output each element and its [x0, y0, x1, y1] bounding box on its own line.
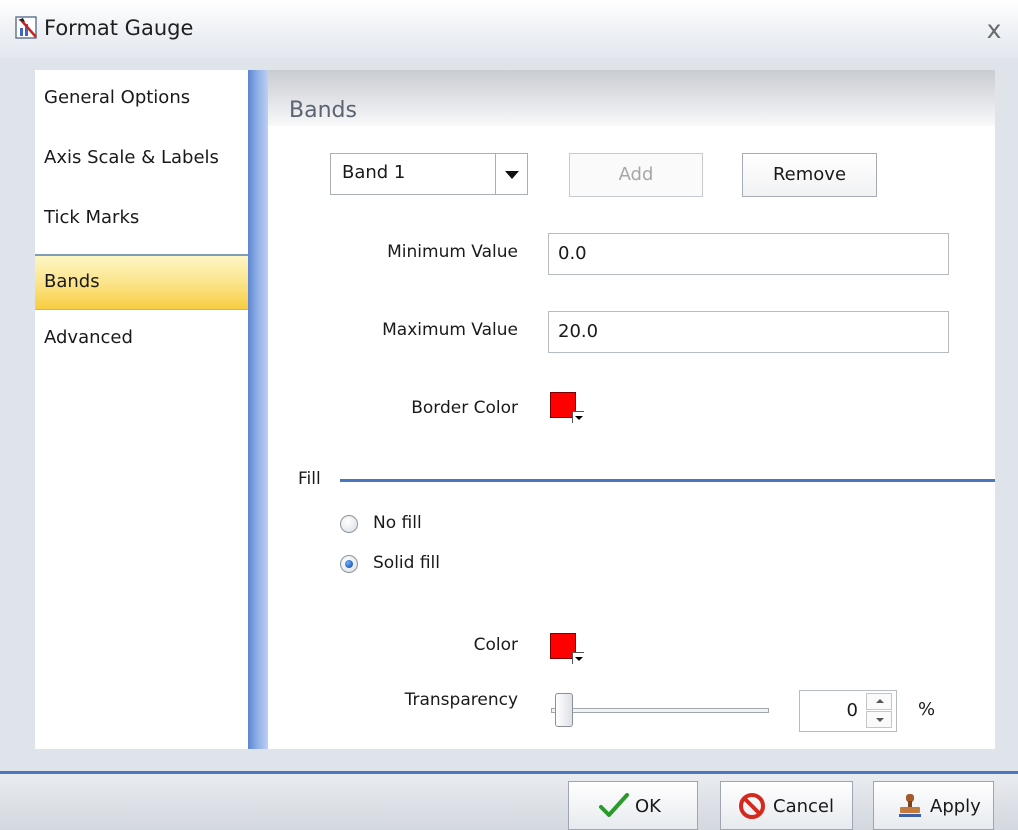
apply-button[interactable]: Apply: [873, 781, 994, 830]
nav-item-tick-marks[interactable]: Tick Marks: [35, 190, 248, 246]
stepper-buttons: [866, 693, 894, 729]
radio-button[interactable]: [340, 515, 358, 533]
transparency-value[interactable]: 0: [800, 700, 858, 721]
fill-color-label: Color: [473, 635, 518, 655]
dialog-title: Format Gauge: [44, 16, 194, 40]
border-color-picker[interactable]: [550, 391, 584, 425]
nav-item-axis-scale-labels[interactable]: Axis Scale & Labels: [35, 130, 248, 186]
close-icon[interactable]: x: [982, 17, 1006, 42]
checkmark-icon: [599, 793, 629, 817]
cancel-label: Cancel: [773, 796, 834, 817]
stamp-icon: [899, 794, 921, 817]
add-band-button[interactable]: Add: [569, 153, 703, 197]
minimum-value-label: Minimum Value: [387, 242, 518, 262]
fill-section-divider: [340, 479, 995, 482]
nav-item-label: Bands: [44, 271, 100, 292]
fill-section-label: Fill: [298, 469, 321, 489]
border-color-label: Border Color: [411, 398, 518, 418]
cancel-button[interactable]: Cancel: [720, 781, 853, 830]
nav-divider-strip: [248, 70, 268, 749]
radio-button[interactable]: [340, 555, 358, 573]
section-header: Bands: [268, 70, 995, 126]
format-gauge-dialog: Format Gauge x General Options Axis Scal…: [0, 0, 1018, 830]
transparency-stepper[interactable]: 0: [799, 690, 897, 732]
chevron-down-icon[interactable]: [866, 711, 892, 728]
nav-item-general-options[interactable]: General Options: [35, 70, 248, 126]
cancel-icon: [739, 793, 765, 819]
format-gauge-icon: [15, 16, 37, 39]
nav-item-label: Tick Marks: [44, 207, 140, 228]
transparency-unit: %: [918, 699, 936, 720]
transparency-slider-track[interactable]: [551, 708, 769, 713]
transparency-label: Transparency: [404, 690, 518, 710]
dialog-footer: [0, 774, 1018, 830]
ok-button[interactable]: OK: [568, 781, 698, 830]
chevron-up-icon[interactable]: [866, 693, 892, 710]
radio-label: No fill: [373, 513, 422, 533]
minimum-value-field[interactable]: 0.0: [548, 233, 949, 275]
remove-band-button[interactable]: Remove: [742, 153, 877, 197]
chevron-down-icon[interactable]: [505, 171, 519, 179]
nav-item-label: General Options: [44, 87, 191, 108]
nav-item-advanced[interactable]: Advanced: [35, 310, 248, 366]
nav-item-bands[interactable]: Bands: [35, 254, 248, 310]
dropdown-arrow-icon: [572, 652, 584, 664]
nav-item-label: Advanced: [44, 327, 133, 348]
band-select-value: Band 1: [342, 162, 406, 183]
band-select[interactable]: Band 1: [330, 153, 528, 195]
band-select-divider: [495, 154, 496, 194]
transparency-slider-thumb[interactable]: [555, 693, 573, 727]
nav-item-label: Axis Scale & Labels: [44, 147, 219, 168]
ok-label: OK: [635, 796, 661, 817]
title-bar: Format Gauge x: [0, 0, 1018, 58]
category-nav: General Options Axis Scale & Labels Tick…: [35, 70, 248, 749]
apply-label: Apply: [930, 796, 981, 817]
radio-label: Solid fill: [373, 553, 440, 573]
fill-color-picker[interactable]: [550, 632, 584, 666]
dropdown-arrow-icon: [572, 411, 584, 423]
maximum-value-label: Maximum Value: [382, 320, 518, 340]
section-title: Bands: [289, 98, 357, 123]
maximum-value-field[interactable]: 20.0: [548, 311, 949, 353]
